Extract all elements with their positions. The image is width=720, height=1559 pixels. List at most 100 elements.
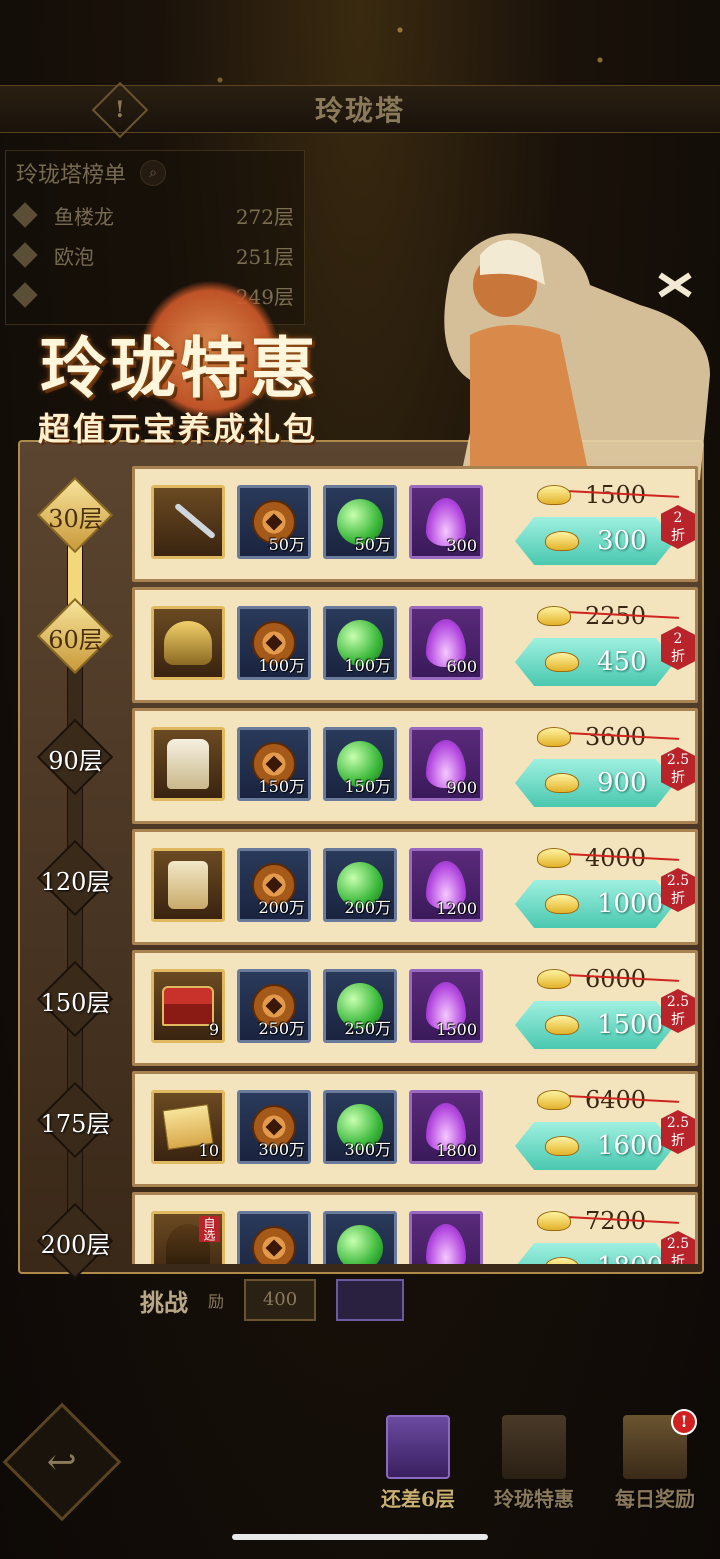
floor-label: 90层 [48,746,103,775]
package-item-jade[interactable]: 300万 [323,1090,397,1164]
package-item-jade[interactable]: 100万 [323,606,397,680]
gold-ingot-icon [537,969,571,989]
package-item-main[interactable] [151,727,225,801]
sale-price: 300 [597,526,647,556]
rank-medal-icon [12,242,38,268]
gold-ingot-icon [545,1136,579,1156]
package-item-jade[interactable]: 200万 [323,848,397,922]
floor-node[interactable]: 60层 [28,597,123,675]
package-item-coin[interactable]: 150万 [237,727,311,801]
package-row[interactable]: 9 250万 250万 1500 6000 1500 2.5 折 [132,950,698,1066]
helmet-icon [164,621,212,665]
package-item-main[interactable] [151,848,225,922]
original-price: 3600 [585,723,647,751]
floor-label: 60层 [48,625,103,654]
item-quantity: 150万 [258,777,305,796]
floor-node[interactable]: 90层 [28,718,123,796]
leaderboard-row[interactable]: 鱼楼龙 272层 [6,195,304,235]
package-row[interactable]: 100万 100万 600 2250 450 2折 [132,587,698,703]
purple-flame-icon [426,1224,466,1264]
floor-label: 175层 [40,1109,111,1138]
package-row[interactable]: 10 300万 300万 1800 6400 1600 2.5 折 [132,1071,698,1187]
item-quantity: 100万 [258,656,305,675]
gold-ingot-icon [545,773,579,793]
package-item-main[interactable]: 9 [151,969,225,1043]
daily-reward-button[interactable]: 每日奖励 ! [595,1409,715,1515]
package-row[interactable]: 150万 150万 900 3600 900 2.5 折 [132,708,698,824]
back-button[interactable]: ↩ [2,1402,122,1522]
buy-button[interactable]: 1600 [515,1122,675,1170]
jade-orb-icon [337,1225,383,1264]
package-item-flame[interactable]: 1500 [409,969,483,1043]
package-item-jade[interactable]: 250万 [323,969,397,1043]
package-item-main[interactable] [151,606,225,680]
sale-price: 1800 [597,1252,663,1264]
search-icon[interactable]: ⌕ [140,160,167,186]
discount-badge: 2.5 折 [661,1231,695,1264]
floor-node[interactable]: 120层 [28,839,123,917]
package-list[interactable]: 50万 50万 300 1500 300 2折 100万 100万 600 22… [132,466,698,1264]
gold-ingot-icon [537,727,571,747]
reward-item-icon [336,1279,405,1321]
remaining-floors-button[interactable]: 还差6层 [358,1415,478,1515]
package-item-flame[interactable]: 600 [409,606,483,680]
package-item-flame[interactable] [409,1211,483,1264]
buy-button[interactable]: 450 [515,638,675,686]
buy-button[interactable]: 1800 [515,1243,675,1264]
item-quantity: 200万 [258,898,305,917]
floor-node[interactable]: 150层 [28,960,123,1038]
package-item-flame[interactable]: 300 [409,485,483,559]
package-row[interactable]: 50万 50万 300 1500 300 2折 [132,466,698,582]
item-quantity: 1500 [436,1020,477,1039]
buy-button[interactable]: 1000 [515,880,675,928]
challenge-row: 挑战 励 400 [140,1275,480,1325]
player-name: 鱼楼龙 [54,204,114,229]
chest-icon [162,986,214,1026]
package-row[interactable]: 自选 7200 1800 2.5折 [132,1192,698,1264]
leaderboard-panel: 玲珑塔榜单 ⌕ 鱼楼龙 272层 欧泡 251层 249层 [5,150,305,325]
original-price: 1500 [585,481,647,509]
buy-button[interactable]: 300 [515,517,675,565]
item-quantity: 9 [208,1020,219,1039]
reward-label: 励 [208,1292,225,1311]
buy-button[interactable]: 1500 [515,1001,675,1049]
daily-reward-label: 每日奖励 [615,1487,695,1511]
copper-coin-icon [252,1226,296,1264]
price-block: 1500 300 2折 [515,475,695,575]
item-quantity: 50万 [268,535,305,554]
package-item-jade[interactable] [323,1211,397,1264]
price-block: 6000 1500 2.5 折 [515,959,695,1059]
sale-price: 450 [597,647,647,677]
package-item-jade[interactable]: 150万 [323,727,397,801]
item-quantity: 250万 [258,1019,305,1038]
package-item-main[interactable] [151,485,225,559]
package-item-coin[interactable]: 300万 [237,1090,311,1164]
package-item-coin[interactable]: 250万 [237,969,311,1043]
package-item-main[interactable]: 10 [151,1090,225,1164]
floor-node[interactable]: 30层 [28,476,123,554]
buy-button[interactable]: 900 [515,759,675,807]
leaderboard-row[interactable]: 欧泡 251层 [6,235,304,275]
back-arrow-icon: ↩ [46,1441,78,1483]
floor-label: 150层 [40,988,111,1017]
challenge-button[interactable]: 挑战 [140,1283,188,1318]
package-row[interactable]: 200万 200万 1200 4000 1000 2.5 折 [132,829,698,945]
discount-badge: 2.5 折 [661,747,695,791]
package-item-main[interactable]: 自选 [151,1211,225,1264]
floor-node[interactable]: 175层 [28,1081,123,1159]
package-item-coin[interactable] [237,1211,311,1264]
home-indicator[interactable] [232,1534,488,1540]
price-block: 4000 1000 2.5 折 [515,838,695,938]
package-item-coin[interactable]: 100万 [237,606,311,680]
floor-node[interactable]: 200层 [28,1202,123,1280]
package-item-flame[interactable]: 900 [409,727,483,801]
package-item-jade[interactable]: 50万 [323,485,397,559]
item-quantity: 300万 [258,1140,305,1159]
package-item-coin[interactable]: 50万 [237,485,311,559]
floor-track: 30层 60层 90层 120层 150层 175层 200层 [20,470,132,1280]
special-offer-button[interactable]: 玲珑特惠 [474,1415,594,1515]
package-item-coin[interactable]: 200万 [237,848,311,922]
package-item-flame[interactable]: 1800 [409,1090,483,1164]
package-item-flame[interactable]: 1200 [409,848,483,922]
original-price: 2250 [585,602,647,630]
